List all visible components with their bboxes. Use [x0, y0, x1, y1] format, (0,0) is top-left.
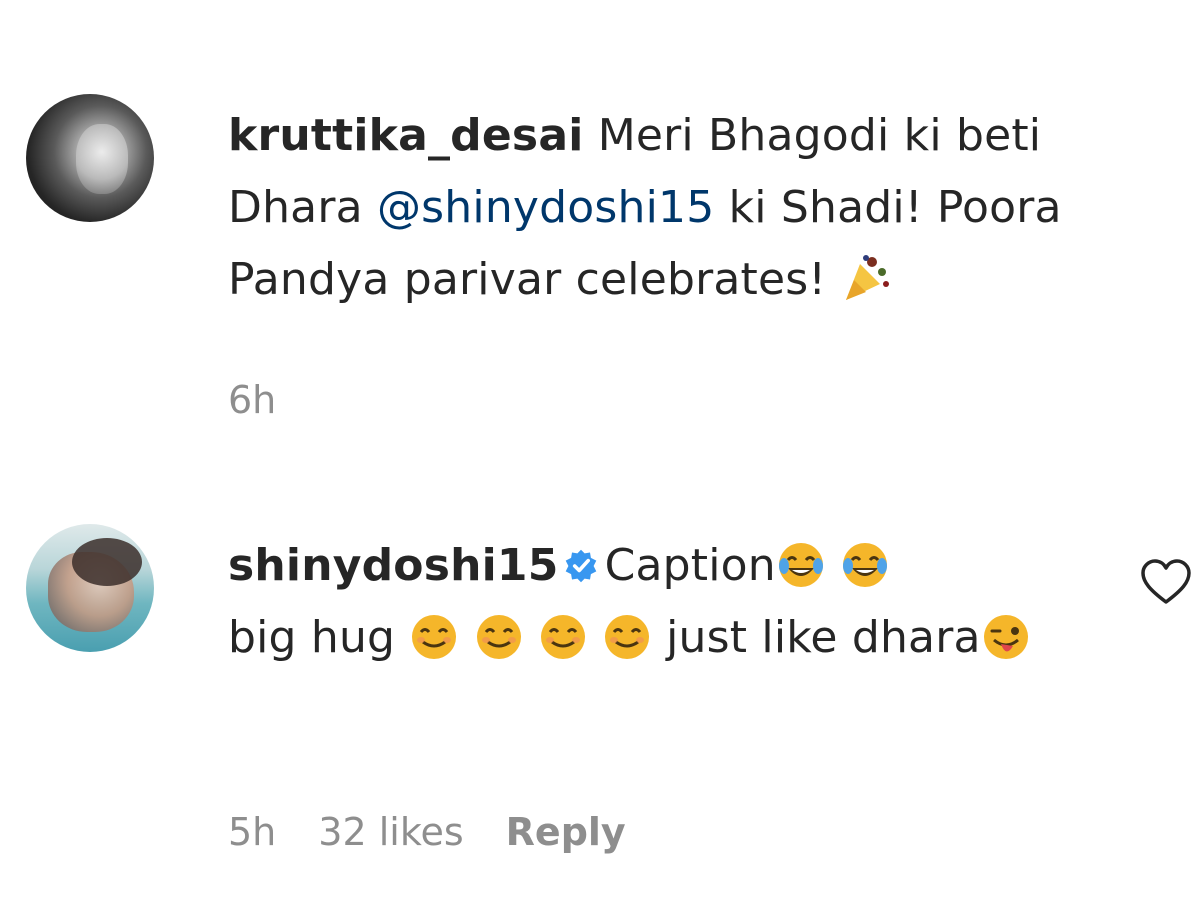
comment-meta: 6h — [228, 378, 276, 422]
comment-username[interactable]: shinydoshi15 — [228, 540, 559, 591]
comment-text: kruttika_desai Meri Bhagodi ki beti Dhar… — [228, 100, 1178, 316]
comment-timestamp[interactable]: 5h — [228, 810, 276, 854]
smiling-face-icon — [476, 615, 521, 659]
like-heart-icon[interactable] — [1140, 558, 1192, 606]
verified-badge-icon — [565, 549, 596, 583]
face-with-tears-of-joy-icon — [843, 543, 888, 587]
comment-meta: 5h 32 likes Reply — [228, 810, 626, 854]
reply-button[interactable]: Reply — [506, 810, 626, 854]
avatar[interactable] — [26, 94, 154, 222]
smiling-face-icon — [412, 615, 457, 659]
party-popper-icon — [846, 255, 890, 300]
avatar[interactable] — [26, 524, 154, 652]
comment-body-part: just like dhara — [651, 612, 981, 663]
comment-timestamp[interactable]: 6h — [228, 378, 276, 422]
winking-tongue-face-icon — [983, 615, 1028, 659]
smiling-face-icon — [604, 615, 649, 659]
avatar-photo — [76, 124, 128, 194]
mention-link[interactable]: @shinydoshi15 — [377, 182, 714, 233]
face-with-tears-of-joy-icon — [778, 543, 823, 587]
avatar-photo-detail — [72, 538, 142, 586]
comment-text: shinydoshi15 Caption big hug just like d… — [228, 530, 1178, 674]
likes-count[interactable]: 32 likes — [318, 810, 463, 854]
comment-body-part: Caption — [604, 540, 776, 591]
comment-username[interactable]: kruttika_desai — [228, 110, 584, 161]
smiling-face-icon — [540, 615, 585, 659]
comment-body-part: big hug — [228, 612, 410, 663]
